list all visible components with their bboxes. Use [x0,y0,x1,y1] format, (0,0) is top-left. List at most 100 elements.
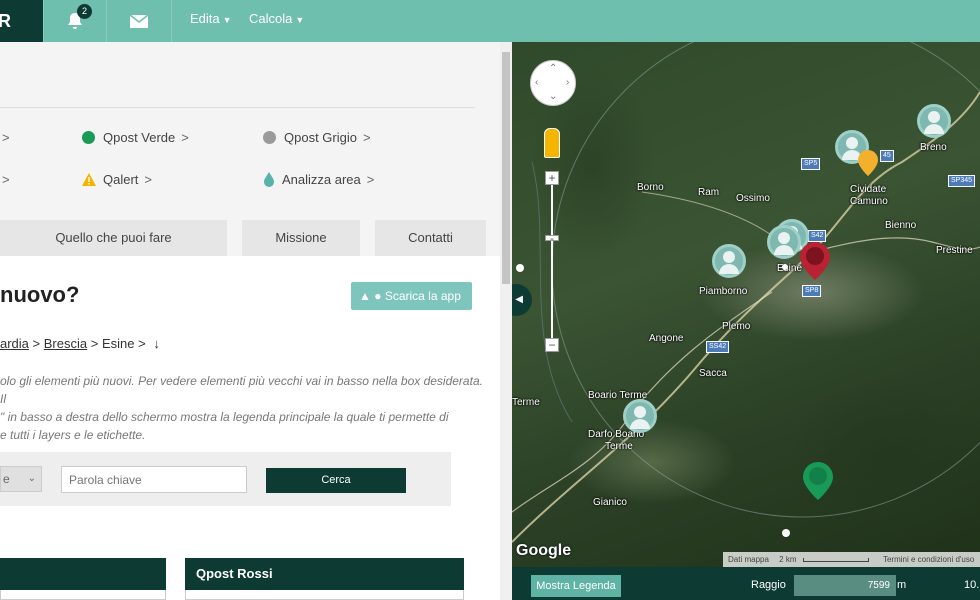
apple-icon: ● [374,289,382,303]
breadcrumb-esine: Esine > [101,336,146,351]
radius-label: Raggio [751,579,786,591]
place-label: Ossimo [736,193,770,204]
box-header-left [0,558,166,590]
divider [0,107,475,108]
place-label: Plemo [722,321,751,332]
scrollbar-thumb[interactable] [502,52,510,284]
road-shield: SP345 [948,175,976,187]
warning-icon [82,173,96,186]
place-label: Cividate [850,184,887,195]
notifications-button[interactable]: 2 [43,0,107,42]
radius-input[interactable]: 7599 [794,575,896,596]
zoom-slider-track[interactable] [551,182,553,342]
map-attribution: Dati mappa 2 km Termini e condizioni d'u… [723,552,980,567]
drop-icon [264,172,274,187]
info-text: olo gli elementi più nuovi. Per vedere e… [0,374,483,442]
place-label: Sacca [699,368,727,379]
feature-qpost-verde[interactable]: Qpost Verde > [82,130,189,145]
green-dot-icon [82,131,95,144]
chevron-left-icon: ◀ [515,294,523,305]
user-marker[interactable] [712,244,746,278]
radius-unit: m [897,579,907,591]
show-legend-button[interactable]: Mostra Legenda [531,575,621,597]
box-body-qpost-rossi [185,590,464,600]
search-box: e ⌄ Cerca [0,452,451,506]
box-body-left [0,590,166,600]
map-roads [512,42,980,543]
menu-calcola[interactable]: Calcola ▼ [249,0,304,42]
top-navbar: R 2 Edita ▼ Calcola ▼ [0,0,980,42]
feature-analizza-area[interactable]: Analizza area > [263,172,374,187]
place-label: Piamborno [699,286,748,297]
user-marker[interactable] [917,104,951,138]
google-logo: Google [516,542,572,559]
road-shield: SS42 [706,341,730,353]
chevron-right-icon: › [566,77,570,88]
place-label: Breno [920,142,947,153]
grey-dot-icon [263,131,276,144]
green-marker-icon[interactable] [803,462,833,500]
scale-bar [802,558,869,562]
feature-hidden-left-1[interactable]: > [0,130,10,145]
chevron-down-icon: ▼ [222,15,232,25]
road-shield: S42 [808,230,827,242]
radius-handle[interactable] [782,529,790,537]
zoom-slider-handle[interactable]: - [545,232,559,244]
street-view-pegman-icon[interactable] [544,128,560,158]
road-shield: SP5 [801,158,821,170]
map-view[interactable]: Breno Cividate Camuno Borno Ram Ossimo B… [512,42,980,567]
mail-icon [130,14,148,28]
page-title: nuovo? [0,282,80,307]
search-button[interactable]: Cerca [266,468,406,493]
road-shield: 45 [880,150,894,162]
features-section: > > Qpost Verde > Qpost Grigio > Qalert > A… [0,42,500,256]
tab-missione[interactable]: Missione [242,220,360,256]
messages-button[interactable] [107,0,172,42]
user-marker[interactable] [767,225,801,259]
notification-badge: 2 [77,4,92,19]
arrow-down-icon[interactable]: ↓ [153,336,160,351]
place-label: Ram [698,187,720,198]
left-panel: > > Qpost Verde > Qpost Grigio > Qalert > A… [0,42,500,600]
chevron-down-icon: ▼ [295,15,305,25]
feature-qalert[interactable]: Qalert > [82,172,152,187]
breadcrumb-brescia[interactable]: Brescia [44,336,87,351]
user-marker[interactable] [623,399,657,433]
place-label: Angone [649,333,684,344]
breadcrumb-lombardia[interactable]: ardia [0,336,29,351]
place-label: Borno [637,182,664,193]
place-label: Camuno [850,196,888,207]
place-label: Prestine [936,245,973,256]
category-select[interactable]: e ⌄ [0,466,42,492]
main-content: nuovo? ▲ ● Scarica la app ardia > Bresci… [0,256,500,600]
zoom-in-button[interactable]: + [545,171,559,185]
breadcrumb: ardia > Brescia > Esine > ↓ [0,336,160,351]
box-header-qpost-rossi: Qpost Rossi [185,558,464,590]
chevron-down-icon: ⌄ [27,473,36,484]
map-bottom-bar: Mostra Legenda Raggio 7599 m 10. [512,567,980,600]
right-value: 10. [964,579,980,591]
radius-handle[interactable] [516,264,524,272]
chevron-down-icon: ⌄ [549,91,558,102]
keyword-input[interactable] [61,466,247,493]
place-label: Terme [605,441,633,452]
tab-quello-che-puoi-fare[interactable]: Quello che puoi fare [0,220,227,256]
road-shield: SP8 [802,285,822,297]
feature-hidden-left-2[interactable]: > [0,172,10,187]
chevron-up-icon: ⌃ [549,63,558,74]
alert-marker-icon[interactable] [858,150,878,176]
feature-qpost-grigio[interactable]: Qpost Grigio > [263,130,371,145]
red-marker-icon[interactable] [800,242,830,280]
download-app-button[interactable]: ▲ ● Scarica la app [351,282,472,310]
zoom-out-button[interactable]: − [545,338,559,352]
chevron-left-icon: ‹ [535,77,539,88]
menu-edita[interactable]: Edita ▼ [190,0,232,42]
pan-control[interactable]: ⌃ ⌄ ‹ › [530,60,576,106]
android-icon: ▲ [359,289,371,303]
tab-contatti[interactable]: Contatti [375,220,486,256]
logo[interactable]: R [0,0,43,42]
place-label: Terme [512,397,540,408]
left-scrollbar[interactable] [500,42,512,600]
place-label: Esine [777,263,803,274]
center-point [782,264,788,270]
